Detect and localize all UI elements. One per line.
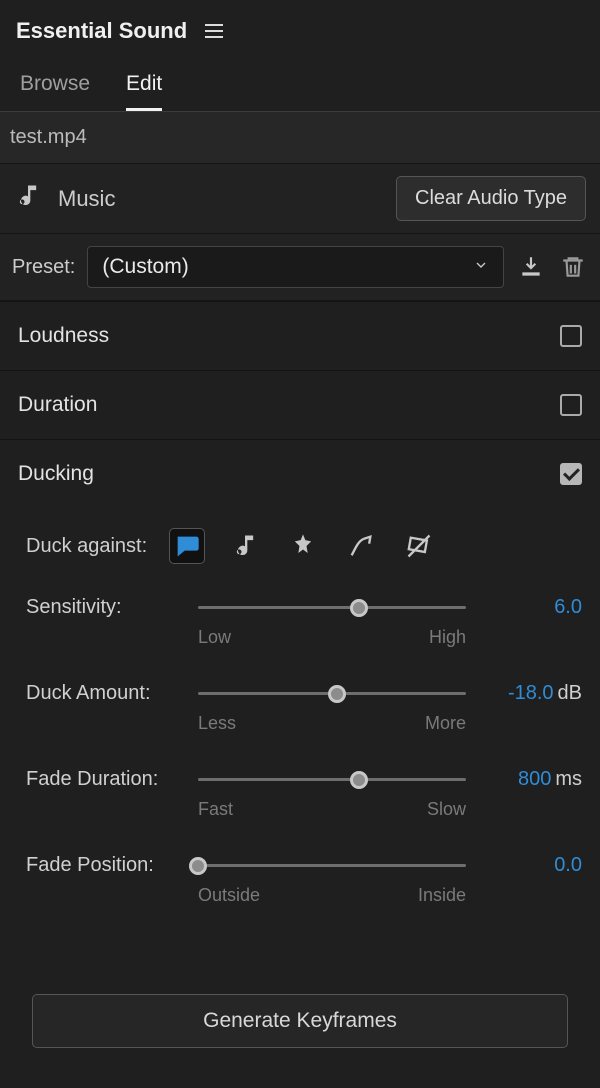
duck-against-dialogue-icon[interactable] [169,528,205,564]
duck-amount-value[interactable]: -18.0 [508,682,554,704]
duck-against-sfx-icon[interactable] [285,528,321,564]
duck-amount-slider-thumb[interactable] [328,685,346,703]
fade-position-hint-high: Inside [418,885,466,906]
duration-title: Duration [18,393,97,417]
fade-position-label: Fade Position: [26,854,182,877]
preset-label: Preset: [12,256,75,279]
filename-label: test.mp4 [0,112,600,164]
duck-amount-label: Duck Amount: [26,682,182,705]
duck-amount-hint-high: More [425,713,466,734]
duck-against-unassigned-icon[interactable] [401,528,437,564]
section-duration: Duration [0,371,600,440]
duck-against-ambience-icon[interactable] [343,528,379,564]
fade-position-hint-low: Outside [198,885,260,906]
fade-position-slider[interactable] [198,864,466,867]
section-ducking: Ducking [0,440,600,508]
sensitivity-hint-low: Low [198,627,231,648]
fade-duration-label: Fade Duration: [26,768,182,791]
duck-amount-unit: dB [558,682,582,704]
fade-position-slider-thumb[interactable] [189,857,207,875]
sensitivity-value[interactable]: 6.0 [554,596,582,618]
fade-duration-slider-thumb[interactable] [350,771,368,789]
section-loudness: Loudness [0,302,600,371]
ducking-title: Ducking [18,462,94,486]
tab-edit[interactable]: Edit [126,72,162,111]
fade-duration-slider[interactable] [198,778,466,781]
sensitivity-slider[interactable] [198,606,466,609]
preset-select[interactable]: (Custom) [87,246,504,288]
loudness-title: Loudness [18,324,109,348]
ducking-checkbox[interactable] [560,463,582,485]
fade-duration-value[interactable]: 800 [518,768,551,790]
sensitivity-hint-high: High [429,627,466,648]
generate-keyframes-button[interactable]: Generate Keyframes [32,994,568,1048]
clear-audio-type-button[interactable]: Clear Audio Type [396,176,586,221]
fade-position-value[interactable]: 0.0 [554,854,582,876]
preset-value: (Custom) [102,255,188,279]
sensitivity-label: Sensitivity: [26,596,182,619]
sensitivity-slider-thumb[interactable] [350,599,368,617]
chevron-down-icon [473,255,489,279]
fade-duration-hint-low: Fast [198,799,233,820]
audio-type-icon [14,182,42,216]
duck-against-label: Duck against: [26,535,147,558]
import-preset-icon[interactable] [516,252,546,282]
audio-type-label: Music [58,186,115,212]
duration-checkbox[interactable] [560,394,582,416]
trash-icon[interactable] [558,252,588,282]
panel-menu-icon[interactable] [205,24,223,38]
tab-browse[interactable]: Browse [20,72,90,111]
duck-amount-slider[interactable] [198,692,466,695]
fade-duration-unit: ms [555,768,582,790]
duck-amount-hint-low: Less [198,713,236,734]
tabs: Browse Edit [0,54,600,112]
loudness-checkbox[interactable] [560,325,582,347]
panel-title: Essential Sound [16,18,187,44]
fade-duration-hint-high: Slow [427,799,466,820]
duck-against-music-icon[interactable] [227,528,263,564]
